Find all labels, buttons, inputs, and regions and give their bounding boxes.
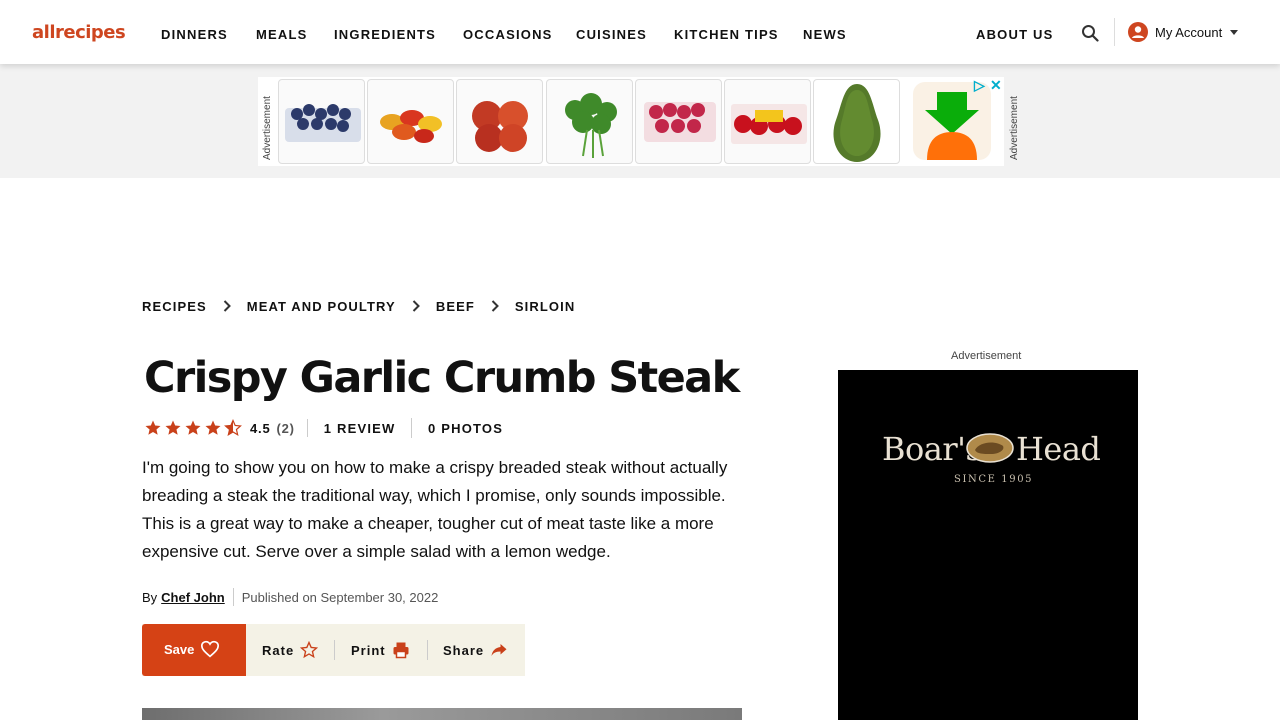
- action-divider: [334, 640, 335, 660]
- print-button[interactable]: Print: [351, 640, 410, 660]
- star-outline-icon: [300, 641, 319, 659]
- rating-summary[interactable]: 4.5 (2) 1 REVIEW: [144, 418, 396, 438]
- product-strawberries[interactable]: [724, 79, 811, 164]
- published-date: Published on September 30, 2022: [241, 589, 439, 605]
- byline: By Chef John Published on September 30, …: [142, 587, 438, 607]
- recipe-title: Crispy Garlic Crumb Steak: [144, 353, 740, 403]
- star-rating: [144, 419, 242, 437]
- breadcrumb-meat-and-poultry[interactable]: MEAT AND POULTRY: [245, 299, 398, 314]
- save-button[interactable]: Save: [164, 640, 220, 658]
- product-apples[interactable]: [456, 79, 543, 164]
- share-arrow-icon: [491, 644, 507, 656]
- author-link[interactable]: Chef John: [161, 590, 225, 605]
- rating-divider: [306, 419, 308, 437]
- boar-emblem-icon: [966, 433, 1014, 463]
- rate-button[interactable]: Rate: [262, 640, 319, 660]
- share-label: Share: [443, 642, 485, 658]
- breadcrumb: RECIPES MEAT AND POULTRY BEEF SIRLOIN: [140, 296, 577, 316]
- product-blueberries[interactable]: [278, 79, 365, 164]
- chevron-right-icon: [398, 300, 434, 312]
- description-line: expensive cut. Serve over a simple salad…: [142, 542, 611, 561]
- ad-label-left: Advertisement: [262, 96, 273, 160]
- chevron-right-icon: [209, 300, 245, 312]
- star-icon: [205, 420, 221, 435]
- nav-occasions[interactable]: OCCASIONS: [460, 22, 556, 46]
- nav-meals[interactable]: MEALS: [253, 22, 311, 46]
- search-icon: [1081, 25, 1099, 42]
- logo-text: allrecipes: [32, 22, 126, 43]
- chevron-right-icon: [477, 300, 513, 312]
- nav-kitchen-tips[interactable]: KITCHEN TIPS: [671, 22, 782, 46]
- caret-down-icon: [1230, 30, 1238, 35]
- nav-news[interactable]: NEWS: [800, 22, 850, 46]
- side-ad-label: Advertisement: [951, 350, 1022, 362]
- header-divider: [1114, 18, 1115, 46]
- search-button[interactable]: [1077, 21, 1102, 45]
- adchoices-icon[interactable]: ▷: [974, 77, 985, 94]
- product-raspberries[interactable]: [635, 79, 722, 164]
- my-account-label: My Account: [1155, 24, 1223, 40]
- boars-head-brand-right: Head: [1016, 430, 1101, 468]
- by-label: By: [142, 589, 158, 605]
- star-icon: [145, 420, 161, 435]
- printer-icon: [393, 642, 409, 659]
- ad-label-right: Advertisement: [1009, 96, 1020, 160]
- boars-head-ad[interactable]: [838, 370, 1138, 720]
- boars-head-since: SINCE 1905: [954, 474, 1034, 485]
- my-account-dropdown[interactable]: My Account: [1152, 22, 1242, 42]
- rating-value: 4.5: [250, 420, 271, 436]
- nav-cuisines[interactable]: CUISINES: [573, 22, 650, 46]
- user-circle-icon[interactable]: [1128, 22, 1148, 42]
- description-line: breading a steak the traditional way, wh…: [142, 486, 726, 505]
- rating-count: (2): [276, 420, 295, 436]
- photos-link[interactable]: 0 PHOTOS: [428, 418, 503, 438]
- breadcrumb-sirloin[interactable]: SIRLOIN: [513, 299, 577, 314]
- description-line: I'm going to show you on how to make a c…: [142, 458, 728, 477]
- site-header: allrecipes DINNERS MEALS INGREDIENTS OCC…: [0, 0, 1280, 64]
- description-line: This is a great way to make a cheaper, t…: [142, 514, 714, 533]
- allrecipes-logo[interactable]: allrecipes: [28, 18, 132, 47]
- nav-ingredients[interactable]: INGREDIENTS: [331, 22, 439, 46]
- reviews-link[interactable]: 1 REVIEW: [324, 421, 396, 436]
- star-icon: [165, 420, 181, 435]
- print-label: Print: [351, 642, 386, 658]
- photos-divider: [411, 418, 412, 438]
- rate-label: Rate: [262, 642, 295, 658]
- half-star-icon: [224, 419, 242, 436]
- share-button[interactable]: Share: [443, 640, 508, 660]
- product-avocado[interactable]: [813, 79, 900, 164]
- byline-divider: [232, 588, 234, 606]
- breadcrumb-recipes[interactable]: RECIPES: [140, 299, 209, 314]
- product-parsley[interactable]: [546, 79, 633, 164]
- recipe-hero-image[interactable]: [142, 708, 742, 720]
- star-icon: [185, 420, 201, 435]
- breadcrumb-beef[interactable]: BEEF: [434, 299, 477, 314]
- close-ad-icon[interactable]: ✕: [990, 77, 1002, 94]
- heart-icon: [201, 640, 220, 658]
- action-divider: [427, 640, 428, 660]
- product-mini-peppers[interactable]: [367, 79, 454, 164]
- save-label: Save: [164, 641, 195, 657]
- nav-about-us[interactable]: ABOUT US: [973, 22, 1057, 46]
- nav-dinners[interactable]: DINNERS: [158, 22, 231, 46]
